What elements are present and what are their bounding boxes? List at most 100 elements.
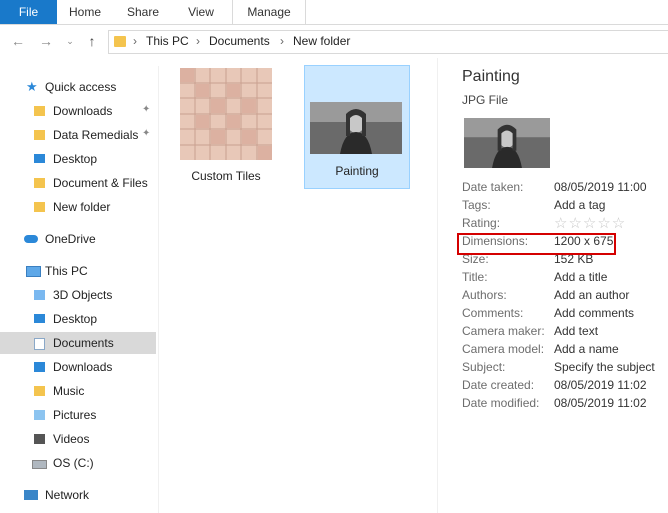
sidebar-item-pictures[interactable]: Pictures bbox=[0, 404, 156, 426]
breadcrumb-documents[interactable]: Documents bbox=[209, 34, 270, 48]
breadcrumb-separator: › bbox=[133, 34, 137, 48]
prop-key: Date taken: bbox=[462, 180, 524, 194]
sidebar-item-data-remedials[interactable]: Data Remedials ✦ bbox=[0, 124, 156, 146]
ribbon: File Home Share View Manage bbox=[0, 0, 668, 25]
videos-icon bbox=[34, 434, 45, 444]
sidebar-item-label: This PC bbox=[45, 264, 88, 278]
sidebar-item-new-folder[interactable]: New folder bbox=[0, 196, 156, 218]
prop-key: Comments: bbox=[462, 306, 524, 320]
back-arrow-icon[interactable]: ← bbox=[10, 33, 26, 49]
sidebar-item-label: Network bbox=[45, 488, 90, 502]
tab-manage[interactable]: Manage bbox=[232, 0, 306, 24]
sidebar-item-downloads-pinned[interactable]: Downloads ✦ bbox=[0, 100, 156, 122]
prop-value[interactable]: Specify the subject bbox=[554, 360, 655, 374]
3d-objects-icon bbox=[34, 290, 45, 300]
rating-stars-icon[interactable]: ☆☆☆☆☆ bbox=[554, 214, 626, 232]
sidebar-item-label: 3D Objects bbox=[53, 288, 113, 302]
forward-arrow-icon[interactable]: → bbox=[38, 33, 54, 49]
folder-icon bbox=[34, 130, 45, 140]
prop-subject: Subject: Specify the subject bbox=[462, 360, 668, 378]
sidebar-item-label: Document & Files bbox=[53, 176, 148, 190]
file-item-painting[interactable]: Painting bbox=[304, 65, 410, 189]
prop-value[interactable]: Add comments bbox=[554, 306, 634, 320]
sidebar-item-label: New folder bbox=[53, 200, 111, 214]
prop-title: Title: Add a title bbox=[462, 270, 668, 288]
mona-lisa-thumbnail-icon bbox=[310, 102, 402, 154]
prop-comments: Comments: Add comments bbox=[462, 306, 668, 324]
prop-key: Subject: bbox=[462, 360, 506, 374]
folder-icon bbox=[34, 178, 45, 188]
details-file-title: Painting bbox=[462, 68, 520, 85]
tab-home[interactable]: Home bbox=[57, 0, 113, 24]
file-item-custom-tiles[interactable]: Custom Tiles bbox=[174, 65, 278, 187]
breadcrumb-new-folder[interactable]: New folder bbox=[293, 34, 350, 48]
prop-key: Tags: bbox=[462, 198, 491, 212]
prop-value[interactable]: Add a title bbox=[554, 270, 607, 284]
sidebar-item-network[interactable]: Network bbox=[0, 484, 156, 506]
prop-date-taken: Date taken: 08/05/2019 11:00 bbox=[462, 180, 668, 198]
tab-view[interactable]: View bbox=[173, 0, 229, 24]
sidebar-item-label: OneDrive bbox=[45, 232, 96, 246]
prop-value[interactable]: 08/05/2019 11:00 bbox=[554, 180, 647, 194]
tab-share[interactable]: Share bbox=[113, 0, 173, 24]
file-list-area[interactable]: Custom Tiles Painting bbox=[160, 58, 436, 513]
drive-icon bbox=[32, 460, 47, 469]
breadcrumb-separator: › bbox=[196, 34, 200, 48]
sidebar-item-os-c[interactable]: OS (C:) bbox=[0, 452, 156, 474]
prop-authors: Authors: Add an author bbox=[462, 288, 668, 306]
sidebar-item-videos[interactable]: Videos bbox=[0, 428, 156, 450]
downloads-icon bbox=[34, 362, 45, 372]
sidebar-item-label: Documents bbox=[53, 336, 114, 350]
desktop-icon bbox=[34, 154, 45, 163]
prop-value[interactable]: Add an author bbox=[554, 288, 629, 302]
breadcrumb-separator: › bbox=[280, 34, 284, 48]
sidebar-item-music[interactable]: Music bbox=[0, 380, 156, 402]
sidebar-item-documents[interactable]: Documents bbox=[0, 332, 156, 354]
prop-value[interactable]: Add a name bbox=[554, 342, 619, 356]
prop-rating: Rating: ☆☆☆☆☆ bbox=[462, 214, 668, 234]
sidebar-item-label: Quick access bbox=[45, 80, 117, 94]
sidebar-item-onedrive[interactable]: OneDrive bbox=[0, 228, 156, 250]
music-icon bbox=[34, 386, 45, 396]
sidebar-item-this-pc[interactable]: This PC bbox=[0, 260, 156, 282]
prop-date-created: Date created: 08/05/2019 11:02 bbox=[462, 378, 668, 396]
prop-value[interactable]: Add a tag bbox=[554, 198, 605, 212]
prop-value: 08/05/2019 11:02 bbox=[554, 396, 647, 410]
file-name-label: Painting bbox=[335, 164, 379, 178]
sidebar-item-label: Desktop bbox=[53, 152, 98, 166]
pin-icon: ✦ bbox=[142, 104, 151, 115]
up-arrow-icon[interactable]: ↑ bbox=[84, 33, 100, 49]
sidebar-item-document-files[interactable]: Document & Files bbox=[0, 172, 156, 194]
sidebar-item-desktop-quick[interactable]: Desktop bbox=[0, 148, 156, 170]
pin-icon: ✦ bbox=[142, 128, 151, 139]
sidebar-item-quick-access[interactable]: ★ Quick access bbox=[0, 76, 156, 98]
file-name-label: Custom Tiles bbox=[191, 169, 261, 183]
prop-key: Date created: bbox=[462, 378, 535, 392]
dimensions-highlight-box bbox=[457, 233, 616, 255]
sidebar-item-label: Music bbox=[53, 384, 85, 398]
prop-key: Rating: bbox=[462, 216, 501, 230]
sidebar-item-desktop[interactable]: Desktop bbox=[0, 308, 156, 330]
pictures-icon bbox=[34, 410, 45, 420]
recent-locations-chevron-icon[interactable]: ⌄ bbox=[62, 33, 78, 49]
documents-icon bbox=[34, 338, 45, 350]
sidebar-item-3d-objects[interactable]: 3D Objects bbox=[0, 284, 156, 306]
prop-camera-model: Camera model: Add a name bbox=[462, 342, 668, 360]
details-pane: Painting JPG File Date taken: 08/05/2019… bbox=[437, 58, 668, 513]
breadcrumb-this-pc[interactable]: This PC bbox=[146, 34, 189, 48]
sidebar-item-label: Pictures bbox=[53, 408, 97, 422]
address-bar-row: ← → ⌄ ↑ › This PC › Documents › New fold… bbox=[0, 25, 668, 57]
prop-value[interactable]: Add text bbox=[554, 324, 598, 338]
prop-key: Date modified: bbox=[462, 396, 540, 410]
sidebar-item-label: Videos bbox=[53, 432, 90, 446]
mona-lisa-preview-icon bbox=[464, 118, 550, 168]
address-field[interactable]: › This PC › Documents › New folder bbox=[108, 30, 668, 54]
navigation-pane: ★ Quick access Downloads ✦ Data Remedial… bbox=[0, 66, 159, 513]
network-icon bbox=[24, 490, 38, 500]
prop-camera-maker: Camera maker: Add text bbox=[462, 324, 668, 342]
tab-file[interactable]: File bbox=[0, 0, 57, 24]
details-file-type: JPG File bbox=[462, 93, 509, 107]
star-icon: ★ bbox=[26, 79, 38, 94]
sidebar-item-label: Desktop bbox=[53, 312, 98, 326]
sidebar-item-downloads[interactable]: Downloads bbox=[0, 356, 156, 378]
